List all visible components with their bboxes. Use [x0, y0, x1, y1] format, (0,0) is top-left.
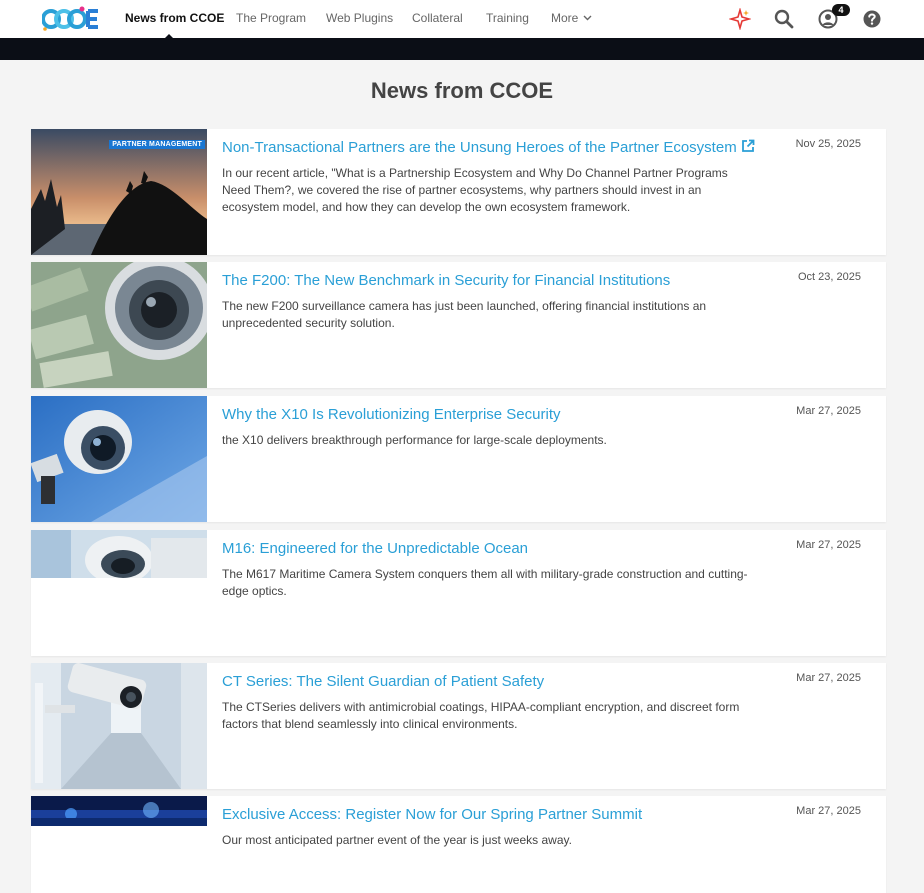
- hospital-camera-image: [31, 663, 207, 789]
- nav-collateral[interactable]: Collateral: [412, 11, 463, 25]
- article-card[interactable]: PARTNER MANAGEMENT Non-Transactional Par…: [31, 129, 886, 255]
- article-card[interactable]: Exclusive Access: Register Now for Our S…: [31, 796, 886, 893]
- article-thumbnail[interactable]: PARTNER MANAGEMENT: [31, 129, 207, 255]
- article-description: Our most anticipated partner event of th…: [222, 833, 572, 847]
- article-description: The CTSeries delivers with antimicrobial…: [222, 700, 740, 731]
- article-card[interactable]: The F200: The New Benchmark in Security …: [31, 262, 886, 388]
- sparkle-icon[interactable]: [729, 8, 751, 30]
- article-description: The new F200 surveillance camera has jus…: [222, 299, 707, 330]
- nav-more-label: More: [551, 11, 579, 25]
- article-description: The M617 Maritime Camera System conquers…: [222, 567, 748, 598]
- category-tag: PARTNER MANAGEMENT: [109, 140, 205, 149]
- dome-camera-blue-image: [31, 396, 207, 522]
- article-date: Mar 27, 2025: [796, 672, 861, 684]
- page-title: News from CCOE: [370, 78, 554, 103]
- chevron-down-icon: [583, 15, 592, 21]
- article-title: Non-Transactional Partners are the Unsun…: [222, 139, 737, 156]
- article-title[interactable]: The F200: The New Benchmark in Security …: [222, 272, 670, 289]
- help-icon[interactable]: [861, 8, 883, 30]
- article-thumbnail[interactable]: [31, 663, 207, 789]
- article-card[interactable]: CT Series: The Silent Guardian of Patien…: [31, 663, 886, 789]
- article-description: In our recent article, "What is a Partne…: [222, 166, 728, 214]
- article-title[interactable]: M16: Engineered for the Unpredictable Oc…: [222, 540, 528, 557]
- article-thumbnail[interactable]: [31, 262, 207, 388]
- article-date: Mar 27, 2025: [796, 405, 861, 417]
- notification-badge: 4: [832, 4, 850, 16]
- external-link-icon: [741, 139, 755, 152]
- nav-web-plugins[interactable]: Web Plugins: [326, 11, 393, 25]
- header-banner: [0, 38, 924, 60]
- article-date: Oct 23, 2025: [798, 271, 861, 283]
- top-navigation-bar: News from CCOE The Program Web Plugins C…: [0, 0, 924, 39]
- maritime-camera-image: [31, 530, 207, 578]
- article-thumbnail[interactable]: [31, 396, 207, 522]
- article-title[interactable]: CT Series: The Silent Guardian of Patien…: [222, 673, 544, 690]
- nav-more[interactable]: More: [551, 11, 592, 25]
- nav-training[interactable]: Training: [486, 11, 529, 25]
- article-title-link[interactable]: Non-Transactional Partners are the Unsun…: [222, 139, 755, 156]
- article-description: the X10 delivers breakthrough performanc…: [222, 433, 607, 447]
- article-title[interactable]: Why the X10 Is Revolutionizing Enterpris…: [222, 406, 561, 423]
- search-icon[interactable]: [773, 8, 795, 30]
- article-thumbnail[interactable]: [31, 530, 207, 578]
- nav-news-from-ccoe[interactable]: News from CCOE: [125, 11, 224, 25]
- article-date: Mar 27, 2025: [796, 805, 861, 817]
- nav-the-program[interactable]: The Program: [236, 11, 306, 25]
- article-date: Nov 25, 2025: [795, 138, 861, 150]
- ccoe-logo[interactable]: [42, 5, 100, 33]
- article-title[interactable]: Exclusive Access: Register Now for Our S…: [222, 806, 642, 823]
- camera-over-money-image: [31, 262, 207, 388]
- article-card[interactable]: M16: Engineered for the Unpredictable Oc…: [31, 530, 886, 656]
- article-thumbnail[interactable]: [31, 796, 207, 826]
- article-date: Mar 27, 2025: [796, 539, 861, 551]
- summit-stage-image: [31, 796, 207, 826]
- article-card[interactable]: Why the X10 Is Revolutionizing Enterpris…: [31, 396, 886, 522]
